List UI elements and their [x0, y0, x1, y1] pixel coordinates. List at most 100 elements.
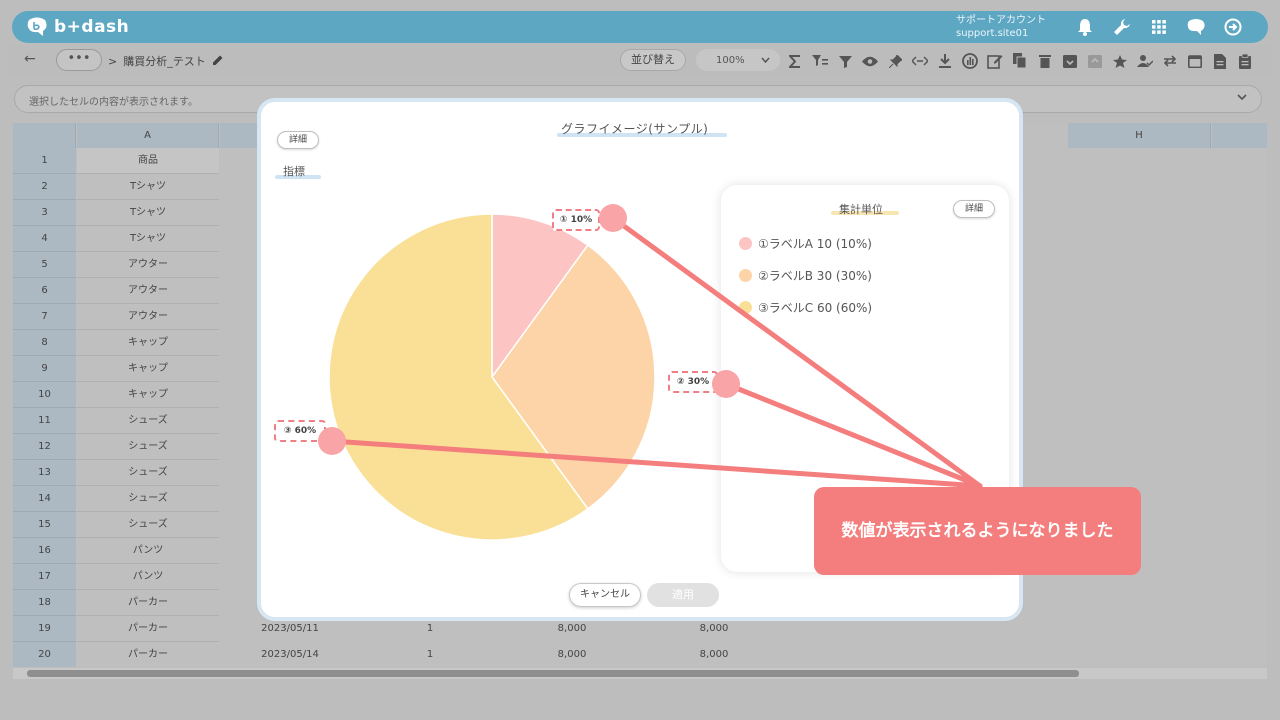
row-header[interactable]: 19: [13, 616, 76, 642]
horizontal-scrollbar[interactable]: [13, 668, 1267, 679]
row-header[interactable]: 11: [13, 408, 76, 434]
archive-icon[interactable]: [1061, 52, 1079, 70]
table-cell[interactable]: キャップ: [77, 382, 219, 408]
corner-header[interactable]: [13, 123, 76, 148]
edit-note-icon[interactable]: [986, 52, 1004, 70]
apps-grid-icon[interactable]: [1148, 16, 1170, 38]
row-header[interactable]: 16: [13, 538, 76, 564]
scrollbar-thumb[interactable]: [27, 670, 1079, 677]
table-cell[interactable]: アウター: [77, 252, 219, 278]
table-cell[interactable]: パーカー: [77, 616, 219, 642]
column-header[interactable]: [1212, 123, 1267, 148]
chevron-down-icon[interactable]: [1237, 92, 1247, 103]
row-header[interactable]: 3: [13, 200, 76, 226]
row-header[interactable]: 5: [13, 252, 76, 278]
download-icon[interactable]: [936, 52, 954, 70]
code-icon[interactable]: [911, 52, 929, 70]
eye-icon[interactable]: [861, 52, 879, 70]
data-label-a: ① 10%: [552, 209, 600, 231]
table-cell[interactable]: Tシャツ: [77, 174, 219, 200]
zoom-select[interactable]: 100%: [696, 49, 780, 71]
row-header[interactable]: 20: [13, 642, 76, 667]
table-cell[interactable]: パーカー: [77, 642, 219, 667]
breadcrumb-item[interactable]: 購買分析_テスト: [123, 53, 206, 69]
table-cell[interactable]: 2023/05/14: [220, 642, 360, 667]
table-cell[interactable]: Tシャツ: [77, 226, 219, 252]
pencil-icon[interactable]: [212, 54, 224, 69]
cancel-button[interactable]: キャンセル: [569, 583, 641, 607]
row-header[interactable]: 7: [13, 304, 76, 330]
document-icon[interactable]: [1211, 52, 1229, 70]
row-header[interactable]: 14: [13, 486, 76, 512]
table-cell[interactable]: キャップ: [77, 330, 219, 356]
table-cell[interactable]: シューズ: [77, 512, 219, 538]
row-header[interactable]: 4: [13, 226, 76, 252]
row-header[interactable]: 13: [13, 460, 76, 486]
logo-icon: [26, 17, 48, 37]
more-options-button[interactable]: •••: [56, 49, 102, 71]
legend-item-c[interactable]: ③ラベルC 60 (60%): [739, 299, 872, 316]
bell-icon[interactable]: [1074, 16, 1096, 38]
star-icon[interactable]: [1111, 52, 1129, 70]
sync-icon[interactable]: [1161, 52, 1179, 70]
logo[interactable]: b+dash: [26, 17, 129, 37]
table-cell[interactable]: シューズ: [77, 486, 219, 512]
table-cell[interactable]: キャップ: [77, 356, 219, 382]
row-header[interactable]: 9: [13, 356, 76, 382]
legend-item-b[interactable]: ②ラベルB 30 (30%): [739, 267, 872, 284]
row-header[interactable]: 12: [13, 434, 76, 460]
zoom-value: 100%: [716, 54, 745, 66]
table-cell[interactable]: アウター: [77, 304, 219, 330]
table-cell[interactable]: パンツ: [77, 538, 219, 564]
row-header[interactable]: 6: [13, 278, 76, 304]
table-cell[interactable]: アウター: [77, 278, 219, 304]
legend-item-a[interactable]: ①ラベルA 10 (10%): [739, 235, 872, 252]
data-label-c: ③ 60%: [274, 420, 326, 442]
legend-dot: [739, 301, 752, 314]
table-cell[interactable]: 1: [360, 642, 500, 667]
column-header-a[interactable]: A: [77, 123, 219, 148]
sort-button[interactable]: 並び替え: [620, 49, 686, 71]
wrench-icon[interactable]: [1111, 16, 1133, 38]
table-cell[interactable]: 8,000: [644, 642, 784, 667]
row-header[interactable]: 15: [13, 512, 76, 538]
chart-circle-icon[interactable]: [961, 52, 979, 70]
legend-detail-button[interactable]: 詳細: [953, 200, 995, 218]
modal-title: グラフイメージ(サンプル): [561, 122, 709, 136]
legend-text: ③ラベルC 60 (60%): [758, 301, 873, 315]
row-header[interactable]: 10: [13, 382, 76, 408]
table-cell[interactable]: Tシャツ: [77, 200, 219, 226]
copy-icon[interactable]: [1011, 52, 1029, 70]
detail-button[interactable]: 詳細: [277, 131, 319, 149]
calendar-icon[interactable]: [1186, 52, 1204, 70]
table-cell[interactable]: シューズ: [77, 434, 219, 460]
row-header[interactable]: 1: [13, 148, 76, 174]
pin-icon[interactable]: [886, 52, 904, 70]
row-header[interactable]: 2: [13, 174, 76, 200]
legend-title: 集計単位: [839, 203, 883, 216]
table-cell[interactable]: 8,000: [502, 642, 642, 667]
column-title-cell[interactable]: 商品: [77, 148, 219, 174]
filter-icon[interactable]: [836, 52, 854, 70]
table-cell[interactable]: シューズ: [77, 460, 219, 486]
column-header-h[interactable]: H: [1068, 123, 1211, 148]
user-check-icon[interactable]: [1136, 52, 1154, 70]
chat-help-icon[interactable]: [1185, 16, 1207, 38]
account-info[interactable]: サポートアカウント support.site01: [956, 14, 1046, 40]
data-label-b: ② 30%: [668, 371, 718, 393]
trash-icon[interactable]: [1036, 52, 1054, 70]
logo-text: b+dash: [54, 17, 130, 37]
sigma-icon[interactable]: [786, 52, 804, 70]
row-header[interactable]: 18: [13, 590, 76, 616]
clipboard-icon[interactable]: [1236, 52, 1254, 70]
row-header[interactable]: 8: [13, 330, 76, 356]
legend-text: ①ラベルA 10 (10%): [758, 237, 872, 251]
back-button[interactable]: ←: [24, 51, 36, 67]
apply-button[interactable]: 適用: [647, 583, 719, 607]
table-cell[interactable]: パーカー: [77, 590, 219, 616]
logout-icon[interactable]: [1222, 16, 1244, 38]
filter-list-icon[interactable]: [811, 52, 829, 70]
row-header[interactable]: 17: [13, 564, 76, 590]
table-cell[interactable]: シューズ: [77, 408, 219, 434]
table-cell[interactable]: パンツ: [77, 564, 219, 590]
